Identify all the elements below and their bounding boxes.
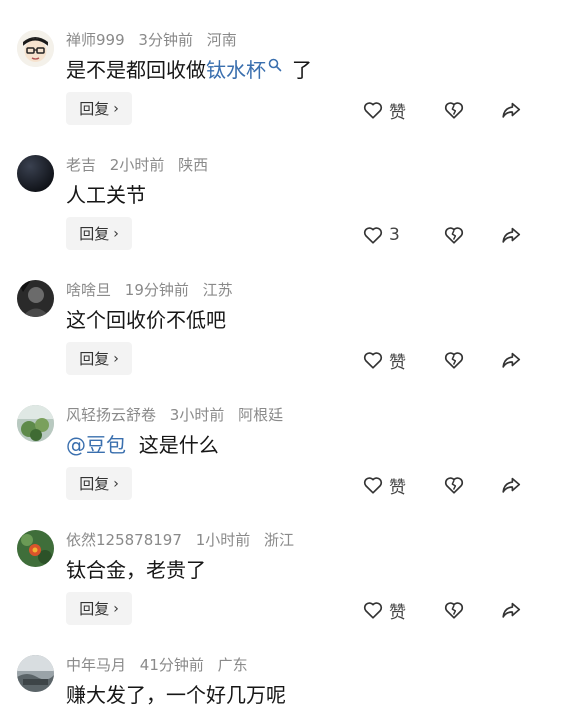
- comment-text: 钛合金，老贵了: [66, 558, 206, 582]
- avatar[interactable]: [17, 30, 54, 67]
- dislike-button[interactable]: [443, 99, 465, 121]
- like-count: 赞: [389, 477, 406, 498]
- like-count: 赞: [389, 602, 406, 623]
- chevron-right-icon: ›: [113, 475, 119, 492]
- timestamp: 1小时前: [195, 531, 251, 549]
- timestamp: 3小时前: [169, 406, 225, 424]
- timestamp: 41分钟前: [139, 656, 204, 674]
- comment-text: 这个回收价不低吧: [66, 308, 226, 332]
- timestamp: 2小时前: [109, 156, 165, 174]
- avatar[interactable]: [17, 655, 54, 692]
- search-link[interactable]: 钛水杯: [206, 58, 266, 82]
- broken-heart-icon: [444, 352, 464, 369]
- share-button[interactable]: [500, 349, 522, 371]
- reply-button[interactable]: 回复 ›: [66, 217, 132, 250]
- username[interactable]: 啥啥旦: [66, 281, 111, 299]
- comment-text: 人工关节: [66, 183, 146, 207]
- like-button[interactable]: 赞: [362, 599, 406, 623]
- share-button[interactable]: [500, 599, 522, 621]
- reply-label: 回复: [79, 350, 110, 368]
- comment-text-after: 了: [292, 58, 312, 82]
- dislike-button[interactable]: [443, 224, 465, 246]
- comment-body: 这是什么: [138, 433, 219, 457]
- comment-meta: 禅师999 3分钟前 河南: [66, 30, 246, 50]
- like-button[interactable]: 赞: [362, 349, 406, 373]
- broken-heart-icon: [444, 102, 464, 119]
- avatar[interactable]: [17, 405, 54, 442]
- username[interactable]: 老吉: [66, 156, 96, 174]
- location: 河南: [206, 31, 237, 49]
- username[interactable]: 风轻扬云舒卷: [66, 406, 156, 424]
- heart-icon: [363, 352, 383, 369]
- username[interactable]: 依然125878197: [66, 531, 182, 549]
- dislike-button[interactable]: [443, 349, 465, 371]
- heart-icon: [363, 477, 383, 494]
- username[interactable]: 禅师999: [66, 31, 125, 49]
- broken-heart-icon: [444, 602, 464, 619]
- mention-link[interactable]: @豆包: [66, 433, 126, 457]
- dislike-button[interactable]: [443, 474, 465, 496]
- timestamp: 19分钟前: [124, 281, 189, 299]
- avatar[interactable]: [17, 530, 54, 567]
- heart-icon: [363, 602, 383, 619]
- chevron-right-icon: ›: [113, 350, 119, 367]
- comment-text: 赚大发了，一个好几万呢: [66, 683, 286, 707]
- share-button[interactable]: [500, 474, 522, 496]
- chevron-right-icon: ›: [113, 600, 119, 617]
- share-icon: [502, 102, 521, 118]
- reply-label: 回复: [79, 225, 110, 243]
- reply-label: 回复: [79, 600, 110, 618]
- comment-item: 老吉 2小时前 陕西 人工关节 回复 › 3: [0, 125, 567, 250]
- avatar[interactable]: [17, 280, 54, 317]
- comment-text-before: 是不是都回收做: [66, 58, 206, 82]
- chevron-right-icon: ›: [113, 225, 119, 242]
- comment-text: @豆包 这是什么: [66, 431, 219, 459]
- share-icon: [502, 477, 521, 493]
- share-icon: [502, 227, 521, 243]
- share-icon: [502, 602, 521, 618]
- share-button[interactable]: [500, 99, 522, 121]
- comment-item: 中年马月 41分钟前 广东 赚大发了，一个好几万呢: [0, 625, 567, 715]
- timestamp: 3分钟前: [138, 31, 193, 49]
- search-icon[interactable]: [268, 58, 282, 72]
- like-count: 3: [389, 225, 400, 245]
- heart-icon: [363, 227, 383, 244]
- comment-text: 是不是都回收做钛水杯 了: [66, 56, 312, 84]
- dislike-button[interactable]: [443, 599, 465, 621]
- avatar[interactable]: [17, 155, 54, 192]
- comment-item: 风轻扬云舒卷 3小时前 阿根廷 @豆包 这是什么 回复 › 赞: [0, 375, 567, 500]
- location: 江苏: [202, 281, 233, 299]
- like-button[interactable]: 赞: [362, 474, 406, 498]
- reply-button[interactable]: 回复 ›: [66, 467, 132, 500]
- share-icon: [502, 352, 521, 368]
- broken-heart-icon: [444, 477, 464, 494]
- broken-heart-icon: [444, 227, 464, 244]
- reply-button[interactable]: 回复 ›: [66, 592, 132, 625]
- comment-item: 依然125878197 1小时前 浙江 钛合金，老贵了 回复 › 赞: [0, 500, 567, 625]
- like-button[interactable]: 3: [362, 224, 400, 246]
- comment-item: 禅师999 3分钟前 河南 是不是都回收做钛水杯 了 回复 › 赞: [0, 0, 567, 125]
- location: 陕西: [178, 156, 209, 174]
- location: 阿根廷: [238, 406, 284, 424]
- like-count: 赞: [389, 102, 406, 123]
- comment-meta: 啥啥旦 19分钟前 江苏: [66, 280, 242, 300]
- like-button[interactable]: 赞: [362, 99, 406, 123]
- reply-button[interactable]: 回复 ›: [66, 342, 132, 375]
- chevron-right-icon: ›: [113, 100, 119, 117]
- comment-meta: 风轻扬云舒卷 3小时前 阿根廷: [66, 405, 292, 425]
- like-count: 赞: [389, 352, 406, 373]
- comment-item: 啥啥旦 19分钟前 江苏 这个回收价不低吧 回复 › 赞: [0, 250, 567, 375]
- reply-button[interactable]: 回复 ›: [66, 92, 132, 125]
- comment-meta: 老吉 2小时前 陕西: [66, 155, 217, 175]
- comment-meta: 中年马月 41分钟前 广东: [66, 655, 257, 675]
- reply-label: 回复: [79, 475, 110, 493]
- location: 广东: [217, 656, 248, 674]
- username[interactable]: 中年马月: [66, 656, 126, 674]
- share-button[interactable]: [500, 224, 522, 246]
- heart-icon: [363, 102, 383, 119]
- location: 浙江: [264, 531, 295, 549]
- reply-label: 回复: [79, 100, 110, 118]
- comment-meta: 依然125878197 1小时前 浙江: [66, 530, 303, 550]
